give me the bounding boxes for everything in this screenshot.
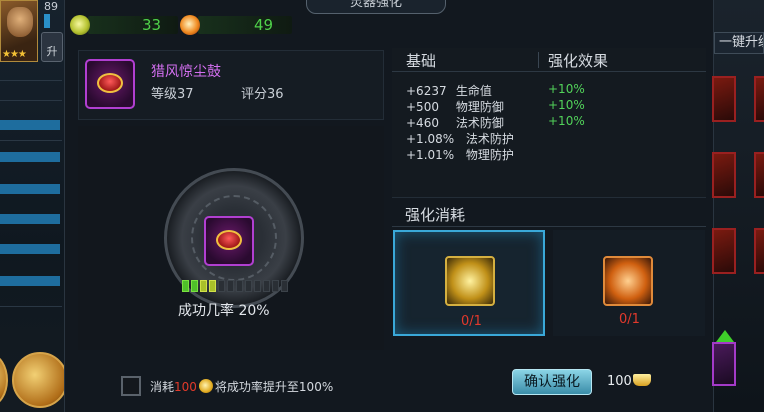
item-info-card: 猎风惊尘鼓 等级37 评分36 [78, 50, 384, 120]
sidebar-tab[interactable] [0, 184, 60, 194]
sidebar-tab[interactable] [0, 244, 60, 254]
equipment-thumb[interactable] [712, 228, 736, 274]
equipment-thumb[interactable] [754, 152, 764, 198]
hero-stars: ★★★ [2, 49, 27, 60]
confirm-enhance-button[interactable]: 确认强化 [512, 369, 592, 395]
success-meter-segment [227, 280, 234, 292]
success-meter-segment [272, 280, 279, 292]
success-rate-meter [182, 280, 288, 292]
resource-value: 33 [142, 16, 162, 34]
stat-value: +6237 [406, 84, 447, 98]
item-name: 猎风惊尘鼓 [151, 64, 221, 80]
gold-ingot-icon [632, 374, 651, 386]
fire-orb-icon [180, 15, 200, 35]
success-meter-segment [200, 280, 207, 292]
item-icon[interactable] [85, 59, 135, 109]
sidebar-divider [0, 80, 62, 81]
resource-value: 49 [254, 16, 274, 34]
equipment-thumb[interactable] [754, 228, 764, 274]
cost-divider [392, 226, 706, 227]
material-count: 0/1 [619, 312, 640, 327]
sidebar-divider [0, 140, 62, 141]
gold-rank-stone-icon [445, 256, 495, 306]
enhance-price: 100 [607, 374, 651, 389]
gold-coin-icon [198, 379, 213, 393]
item-level: 等级37 [151, 87, 194, 102]
success-meter-segment [209, 280, 216, 292]
boost-suffix: 将成功率提升至100% [214, 380, 334, 394]
one-key-upgrade-button[interactable]: 一键升级 [714, 32, 764, 54]
success-meter-segment [254, 280, 261, 292]
stat-value: +1.08% [406, 132, 455, 146]
success-rate-label: 成功几率 20% [178, 303, 270, 319]
item-score: 评分36 [241, 87, 284, 102]
success-meter-segment [182, 280, 189, 292]
resource-green: 33 [70, 14, 178, 36]
stat-value: +500 [406, 100, 439, 114]
slotted-item-icon[interactable] [204, 216, 254, 266]
sidebar-tab[interactable] [0, 120, 60, 130]
stats-table: 基础 强化效果 +6237 生命值 +10% +500 物理防御 +10% +4… [392, 48, 706, 198]
stat-name: 法术防护 [465, 132, 514, 146]
sidebar-tab[interactable] [0, 152, 60, 162]
stat-row: +6237 生命值 [406, 82, 492, 99]
resource-fire: 49 [180, 14, 292, 36]
hero-face-icon [7, 7, 33, 37]
hero-level: 89 [44, 0, 58, 13]
stat-row: +1.01% 物理防护 [406, 146, 514, 163]
effect-header: 强化效果 [548, 52, 609, 70]
stat-value: +1.01% [406, 148, 455, 162]
stat-row: +1.08% 法术防护 [406, 130, 514, 147]
success-meter-segment [236, 280, 243, 292]
material-slot-orange[interactable]: 0/1 [553, 230, 705, 336]
material-count: 0/1 [461, 314, 482, 329]
stat-name: 生命值 [455, 84, 492, 98]
stat-row: +460 法术防御 [406, 114, 504, 131]
resource-bar [198, 16, 292, 34]
green-orb-icon [70, 15, 90, 35]
success-meter-segment [191, 280, 198, 292]
success-meter-segment [218, 280, 225, 292]
drum-icon [216, 230, 242, 250]
boost-prefix: 消耗 [150, 380, 175, 394]
stat-effect: +10% [548, 114, 585, 128]
success-meter-segment [281, 280, 288, 292]
sidebar-tab[interactable] [0, 214, 60, 224]
sidebar-tab[interactable] [0, 276, 60, 286]
hero-level-bar [44, 14, 50, 28]
stat-effect: +10% [548, 98, 585, 112]
equipment-thumb[interactable] [712, 152, 736, 198]
equipment-thumb[interactable] [712, 342, 736, 386]
drum-icon [97, 73, 123, 93]
stat-name: 法术防御 [455, 116, 504, 130]
compass-orb-icon[interactable] [12, 352, 68, 408]
header-divider [538, 52, 539, 68]
boost-text: 消耗100 将成功率提升至100% [150, 378, 333, 395]
stat-row: +500 物理防御 [406, 98, 504, 115]
price-value: 100 [607, 374, 632, 389]
base-header: 基础 [406, 52, 437, 70]
cost-title: 强化消耗 [405, 206, 466, 224]
hero-upgrade-button[interactable]: 升 [41, 32, 63, 62]
sidebar-divider [0, 100, 62, 101]
equipment-thumb[interactable] [712, 76, 736, 122]
equipment-thumb[interactable] [754, 76, 764, 122]
success-meter-segment [263, 280, 270, 292]
panel-title: 灵器强化 [306, 0, 446, 14]
material-slot-gold[interactable]: 0/1 [393, 230, 545, 336]
success-meter-segment [245, 280, 252, 292]
resource-bar [88, 16, 178, 34]
stat-name: 物理防御 [455, 100, 504, 114]
hero-portrait[interactable]: ★★★ [0, 0, 38, 62]
stat-effect: +10% [548, 82, 585, 96]
upgrade-arrow-icon [716, 330, 734, 342]
orange-rank-stone-icon [603, 256, 653, 306]
boost-amount: 100 [174, 380, 197, 394]
stat-name: 物理防护 [465, 148, 514, 162]
stats-header: 基础 强化效果 [392, 48, 706, 72]
stat-value: +460 [406, 116, 439, 130]
boost-checkbox[interactable] [121, 376, 141, 396]
sidebar-divider [0, 306, 62, 307]
